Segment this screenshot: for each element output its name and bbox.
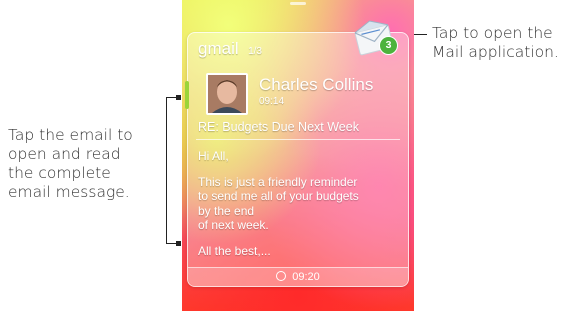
annotation-line: email message. [8,183,130,201]
widget-footer: 09:20 [188,267,408,286]
screen-grip [290,2,306,5]
divider [196,139,400,140]
account-name: gmail [198,39,239,58]
body-line: All the best,... [198,243,271,258]
avatar[interactable] [206,73,248,115]
body-line: of next week. [198,218,269,232]
body-line: by the end [198,203,255,218]
body-line: to send me all of your budgets [198,189,359,203]
email-annotation-bracket [166,95,181,246]
body-line: This is just a friendly reminder [198,174,358,189]
annotation-line: the complete [8,164,111,182]
widget-header: gmail 1/3 [198,39,262,59]
body-line: Hi All, [198,149,229,163]
annotation-line: open and read [8,145,121,163]
annotation-line: Mail application. [432,43,559,61]
email-annotation: Tap the email to open and read the compl… [8,126,158,202]
mail-envelope-icon[interactable]: 3 [354,19,400,57]
mail-widget: gmail 1/3 3 Charles Collins 09:14 RE: Bu… [185,20,409,287]
unread-badge: 3 [379,36,398,55]
sender-name[interactable]: Charles Collins [259,75,373,95]
email-body[interactable]: Hi All, This is just a friendly reminder… [198,149,398,258]
sync-icon[interactable] [276,271,287,281]
unread-count: 3 [385,39,392,51]
received-time: 09:14 [259,96,285,107]
selected-indicator [185,81,189,109]
annotation-line: Tap the email to [8,126,133,144]
annotation-line: Tap to open the [432,24,553,42]
sync-time: 09:20 [292,271,320,283]
message-index: 1/3 [248,46,262,57]
mail-app-annotation: Tap to open the Mail application. [432,24,582,62]
phone-screen: gmail 1/3 3 Charles Collins 09:14 RE: Bu… [182,0,414,311]
email-subject[interactable]: RE: Budgets Due Next Week [198,120,359,134]
